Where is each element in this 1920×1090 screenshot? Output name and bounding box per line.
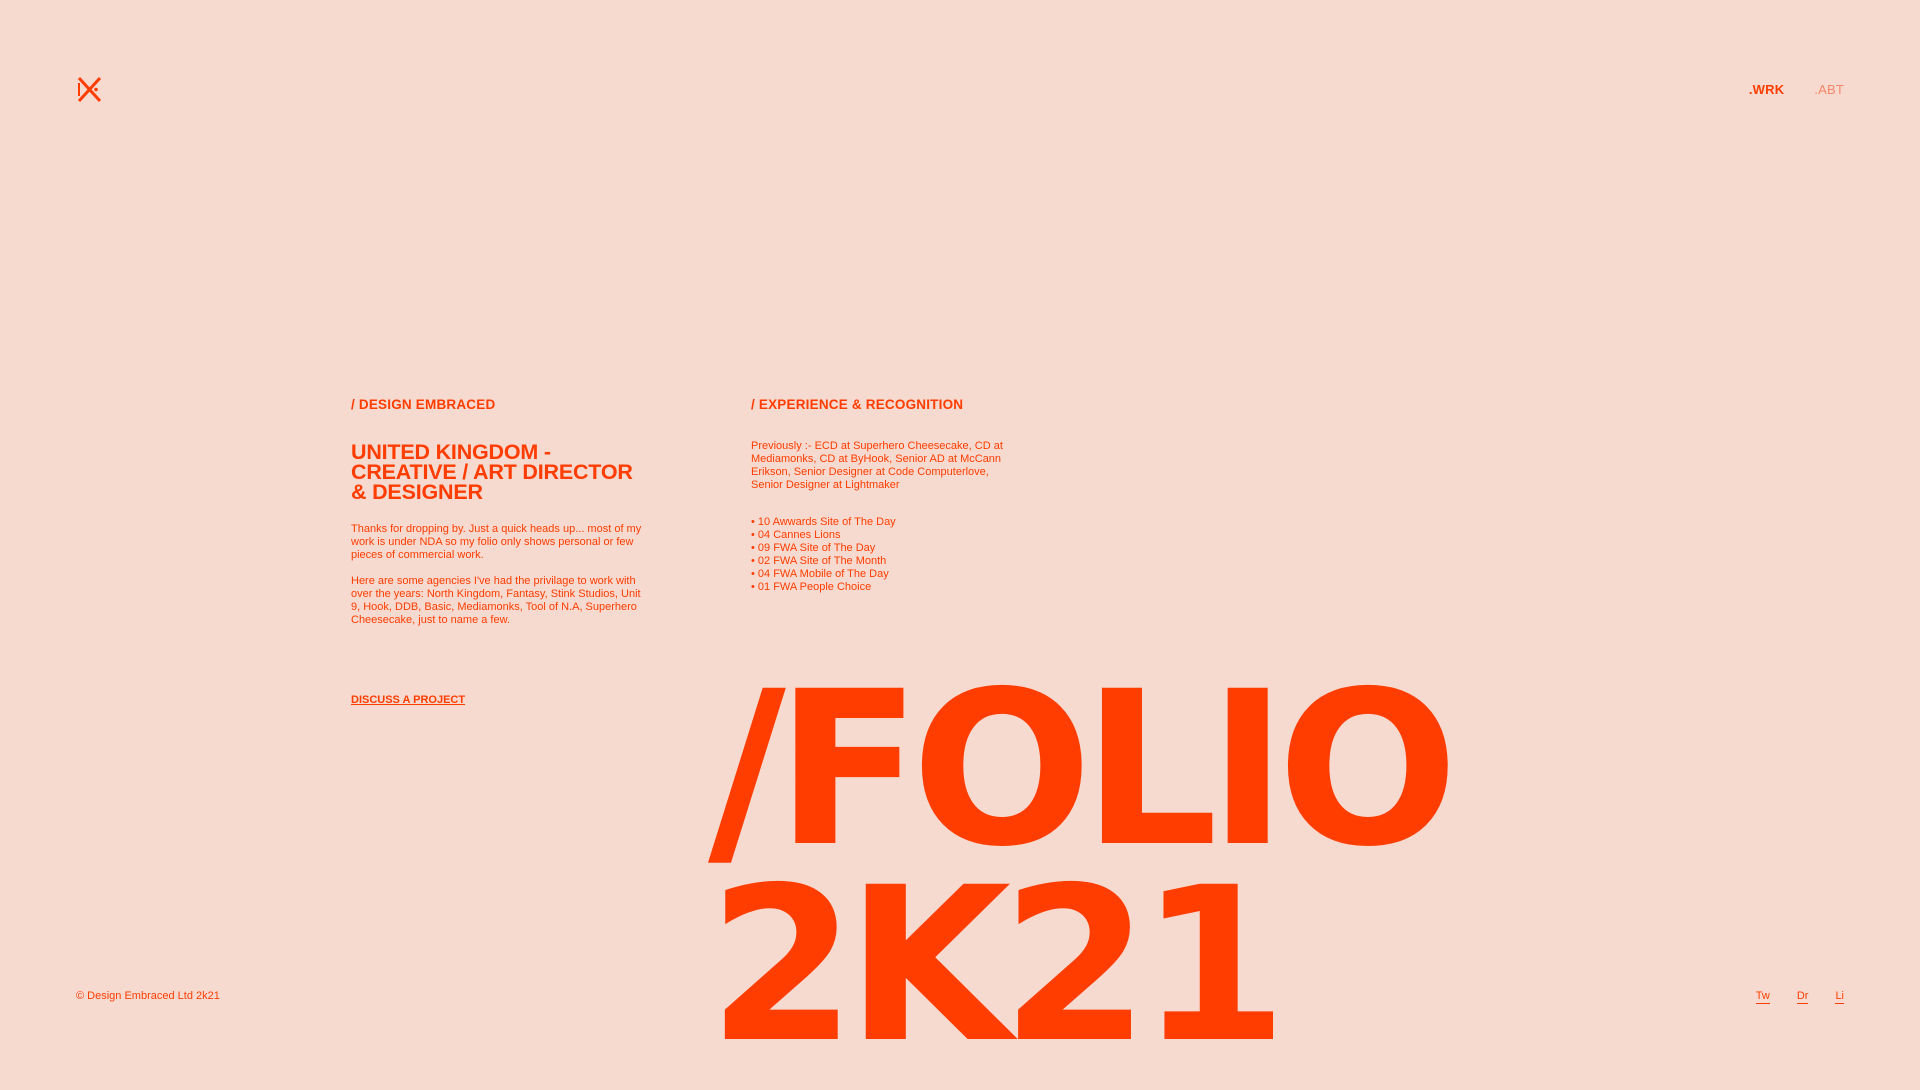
nav-about-link[interactable]: .ABT [1814, 82, 1844, 97]
award-item: • 04 Cannes Lions [751, 529, 841, 541]
twitter-link[interactable]: Tw [1755, 990, 1770, 1004]
logo[interactable] [76, 76, 103, 103]
award-item: • 01 FWA People Choice [751, 581, 872, 593]
awards-list: • 10 Awwards Site of The Day • 04 Cannes… [751, 516, 1051, 594]
discuss-project-link[interactable]: DISCUSS A PROJECT [351, 694, 465, 706]
top-nav: .WRK .ABT [1749, 82, 1844, 97]
award-item: • 10 Awwards Site of The Day [751, 516, 896, 528]
experience-heading: / EXPERIENCE & RECOGNITION [751, 397, 964, 412]
award-item: • 02 FWA Site of The Month [751, 555, 887, 567]
social-links: Tw Dr Li [1755, 990, 1844, 1004]
about-heading: / DESIGN EMBRACED [351, 397, 496, 412]
experience-column: / EXPERIENCE & RECOGNITION Previously :-… [751, 397, 1051, 594]
award-item: • 04 FWA Mobile of The Day [751, 568, 889, 580]
role-headline: UNITED KINGDOM - CREATIVE / ART DIRECTOR… [351, 440, 633, 504]
copyright-text: © Design Embraced Ltd 2k21 [76, 990, 220, 1002]
hero-line-year: 2K21 [708, 842, 1288, 1090]
hero-title: /FOLIO 2K21 [708, 646, 1458, 1090]
intro-text: Thanks for dropping by. Just a quick hea… [351, 523, 642, 561]
award-item: • 09 FWA Site of The Day [751, 542, 876, 554]
nav-work-link[interactable]: .WRK [1749, 82, 1784, 97]
about-column: / DESIGN EMBRACED UNITED KINGDOM - CREAT… [351, 397, 681, 627]
dribbble-link[interactable]: Dr [1796, 990, 1809, 1004]
agencies-text: Here are some agencies I've had the priv… [351, 575, 641, 626]
hero-line-folio: /FOLIO [708, 646, 1458, 894]
linkedin-link[interactable]: Li [1835, 990, 1844, 1004]
dk-monogram-icon [77, 76, 102, 103]
roles-text: Previously :- ECD at Superhero Cheesecak… [751, 440, 1003, 491]
